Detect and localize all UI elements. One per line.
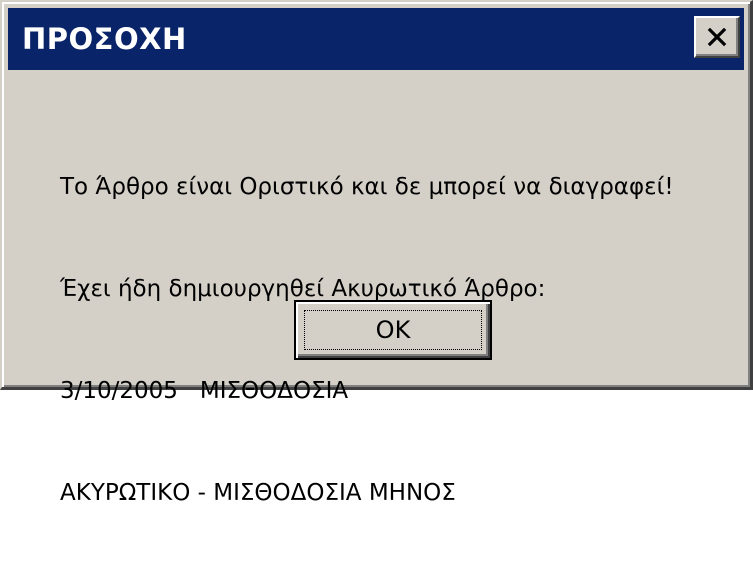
ok-button-label: OK xyxy=(375,316,411,344)
message-line: 3/10/2005 ΜΙΣΘΟΔΟΣΙΑ xyxy=(60,378,349,404)
close-button[interactable] xyxy=(694,16,740,58)
ok-button[interactable]: OK xyxy=(294,300,492,360)
message-dialog: ΠΡΟΣΟΧΗ Το Άρθρο είναι Οριστικό και δε μ… xyxy=(0,0,753,506)
dialog-title: ΠΡΟΣΟΧΗ xyxy=(22,22,187,56)
title-bar[interactable]: ΠΡΟΣΟΧΗ xyxy=(8,8,744,70)
message-line: Το Άρθρο είναι Οριστικό και δε μπορεί να… xyxy=(60,174,674,200)
close-icon xyxy=(707,27,727,47)
message-line: ΑΚΥΡΩΤΙΚΟ - ΜΙΣΘΟΔΟΣΙΑ ΜΗΝΟΣ xyxy=(60,480,456,506)
